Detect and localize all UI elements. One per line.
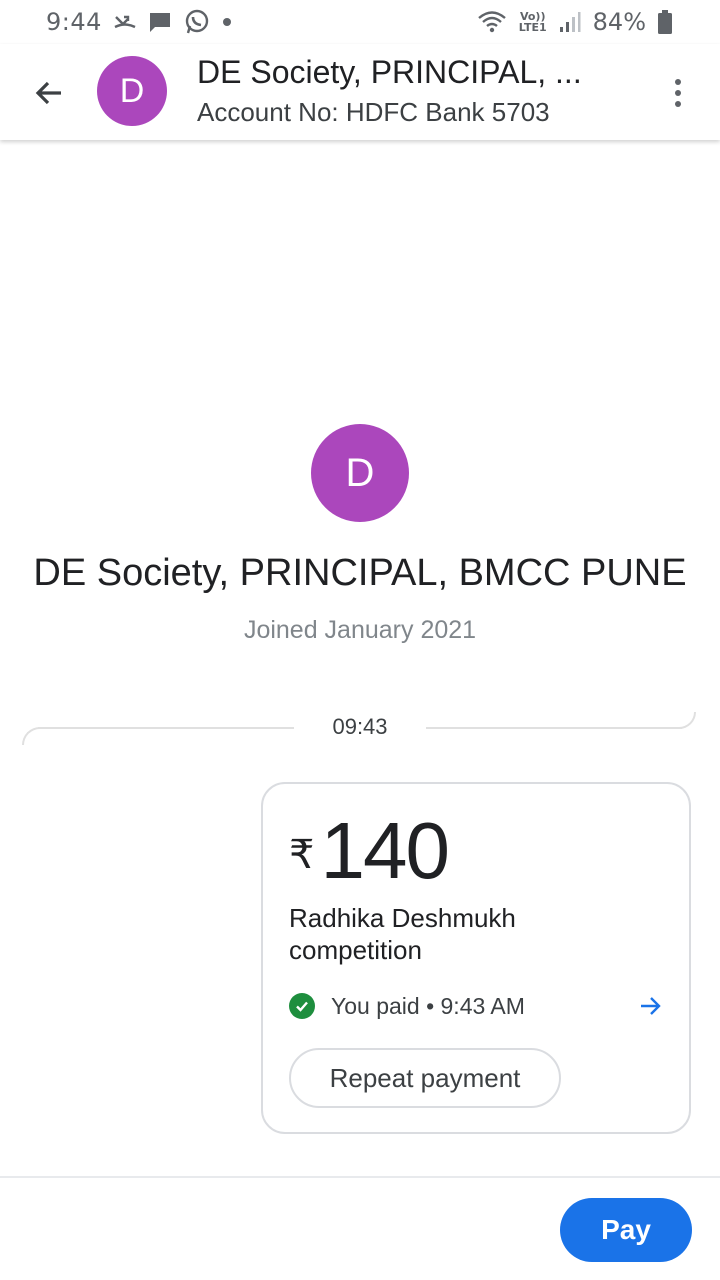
divider-curve-right <box>676 712 696 729</box>
header-avatar[interactable]: D <box>97 56 167 126</box>
more-vert-icon <box>675 79 681 85</box>
more-vert-icon-dot <box>675 101 681 107</box>
payment-status-row: You paid • 9:43 AM <box>289 990 665 1022</box>
bottom-divider <box>0 1176 720 1178</box>
profile-avatar: D <box>311 424 409 522</box>
back-button[interactable] <box>26 70 72 116</box>
payment-details-arrow[interactable] <box>637 992 665 1020</box>
lte-label: LTE1 <box>518 21 547 34</box>
payment-amount: 140 <box>320 806 449 895</box>
payment-note: Radhika Deshmukh competition <box>289 903 516 965</box>
payment-status: You paid • 9:43 AM <box>331 992 525 1019</box>
arrow-forward-icon <box>641 997 661 1015</box>
message-icon <box>148 11 172 33</box>
signal-icon <box>559 11 581 33</box>
status-time: 9:44 <box>46 8 102 36</box>
back-arrow-icon <box>35 81 61 105</box>
whatsapp-icon <box>184 9 210 35</box>
more-vert-icon-dot <box>675 90 681 96</box>
divider-curve-left <box>22 727 42 745</box>
divider-line-right <box>426 727 682 729</box>
lte-indicator: Vo)) LTE1 <box>519 11 547 33</box>
check-circle-icon <box>289 993 315 1019</box>
divider-timestamp: 09:43 <box>332 714 388 739</box>
profile-name: DE Society, PRINCIPAL, BMCC PUNE <box>33 552 687 594</box>
header-account-number: Account No: HDFC Bank 5703 <box>197 97 550 127</box>
notification-dot-icon <box>222 17 232 27</box>
divider-line-left <box>38 727 294 729</box>
payment-card[interactable]: ₹ 140 Radhika Deshmukh competition You p… <box>261 782 691 1134</box>
amount-row: ₹ 140 <box>289 806 450 896</box>
wifi-icon <box>477 10 507 34</box>
missed-call-icon <box>114 13 136 31</box>
currency-symbol: ₹ <box>289 833 315 877</box>
profile-joined-date: Joined January 2021 <box>243 616 477 644</box>
status-left: 9:44 <box>46 8 232 36</box>
status-bar: 9:44 Vo)) LTE1 84% <box>0 0 720 44</box>
pay-button[interactable]: Pay <box>560 1198 692 1262</box>
battery-percent: 84% <box>592 8 646 36</box>
battery-icon <box>658 10 672 34</box>
status-right: Vo)) LTE1 84% <box>477 8 672 36</box>
more-options-button[interactable] <box>660 70 696 116</box>
header-title[interactable]: DE Society, PRINCIPAL, ... <box>197 54 617 91</box>
repeat-payment-button[interactable]: Repeat payment <box>289 1048 561 1108</box>
app-bar: D DE Society, PRINCIPAL, ... Account No:… <box>0 44 720 140</box>
